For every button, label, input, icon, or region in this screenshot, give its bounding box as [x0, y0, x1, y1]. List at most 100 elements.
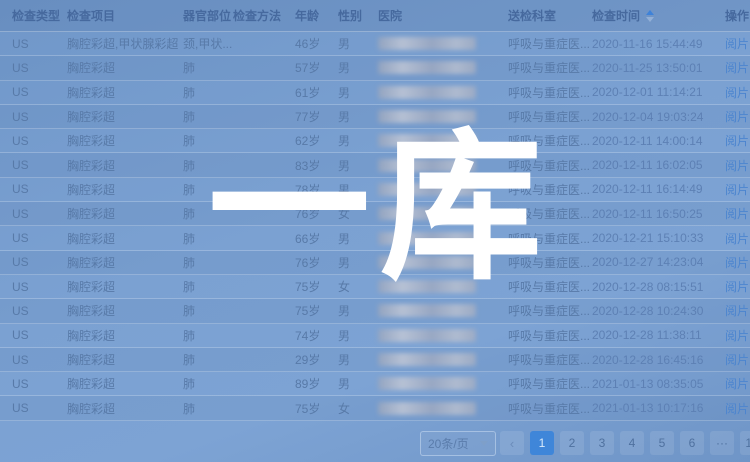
cell-type: US	[12, 158, 67, 172]
cell-hospital	[378, 207, 508, 220]
cell-hospital	[378, 256, 508, 269]
cell-hospital	[378, 110, 508, 123]
table-row: US胸腔彩超肺61岁男呼吸与重症医...2020-12-01 11:14:21阅…	[0, 81, 750, 105]
page-button-2[interactable]: 2	[560, 431, 584, 455]
column-header-item: 检查项目	[67, 7, 183, 24]
redacted-hospital-block	[378, 61, 476, 74]
view-images-link[interactable]: 阅片	[725, 86, 749, 100]
view-images-link[interactable]: 阅片	[725, 37, 749, 51]
cell-item: 胸腔彩超,甲状腺彩超	[67, 35, 183, 52]
page-button-3[interactable]: 3	[590, 431, 614, 455]
table-row: US胸腔彩超肺75岁女呼吸与重症医...2020-12-28 08:15:51阅…	[0, 275, 750, 299]
cell-action: 阅片	[725, 35, 750, 52]
cell-item: 胸腔彩超	[67, 375, 183, 392]
page-button-1[interactable]: 1	[530, 431, 554, 455]
cell-age: 57岁	[295, 59, 338, 76]
cell-gender: 男	[338, 108, 378, 125]
cell-action: 阅片	[725, 230, 750, 247]
cell-gender: 男	[338, 132, 378, 149]
redacted-hospital-block	[378, 37, 476, 50]
cell-item: 胸腔彩超	[67, 157, 183, 174]
cell-dept: 呼吸与重症医...	[508, 278, 592, 295]
cell-time: 2020-12-11 16:14:49	[592, 182, 725, 196]
view-images-link[interactable]: 阅片	[725, 110, 749, 124]
cell-item: 胸腔彩超	[67, 84, 183, 101]
cell-dept: 呼吸与重症医...	[508, 302, 592, 319]
cell-time: 2020-12-28 08:15:51	[592, 280, 725, 294]
cell-age: 75岁	[295, 278, 338, 295]
view-images-link[interactable]: 阅片	[725, 377, 749, 391]
cell-item: 胸腔彩超	[67, 205, 183, 222]
view-images-link[interactable]: 阅片	[725, 207, 749, 221]
cell-time: 2021-01-13 10:17:16	[592, 401, 725, 415]
cell-organ: 肺	[183, 302, 233, 319]
cell-age: 74岁	[295, 327, 338, 344]
cell-action: 阅片	[725, 254, 750, 271]
table-body: US胸腔彩超,甲状腺彩超颈,甲状...46岁男呼吸与重症医...2020-11-…	[0, 32, 750, 421]
cell-time: 2020-12-28 16:45:16	[592, 353, 725, 367]
page-button-6[interactable]: 6	[680, 431, 704, 455]
cell-hospital	[378, 304, 508, 317]
cell-hospital	[378, 86, 508, 99]
sort-asc-icon[interactable]	[646, 10, 654, 22]
view-images-link[interactable]: 阅片	[725, 329, 749, 343]
view-images-link[interactable]: 阅片	[725, 232, 749, 246]
view-images-link[interactable]: 阅片	[725, 353, 749, 367]
cell-action: 阅片	[725, 327, 750, 344]
exam-list-page: 检查类型检查项目器官部位检查方法年龄性别医院送检科室检查时间操作 US胸腔彩超,…	[0, 0, 750, 462]
pager: ‹123456···16	[500, 431, 750, 455]
redacted-hospital-block	[378, 304, 476, 317]
table-row: US胸腔彩超肺78岁男呼吸与重症医...2020-12-11 16:14:49阅…	[0, 178, 750, 202]
cell-type: US	[12, 61, 67, 75]
column-header-hospital: 医院	[378, 7, 508, 24]
chevron-down-icon	[480, 441, 488, 446]
page-size-select[interactable]: 20条/页	[420, 431, 496, 456]
cell-action: 阅片	[725, 84, 750, 101]
cell-hospital	[378, 329, 508, 342]
cell-type: US	[12, 353, 67, 367]
cell-organ: 肺	[183, 59, 233, 76]
column-header-method: 检查方法	[233, 7, 295, 24]
redacted-hospital-block	[378, 280, 476, 293]
cell-hospital	[378, 280, 508, 293]
cell-action: 阅片	[725, 181, 750, 198]
cell-type: US	[12, 37, 67, 51]
column-header-dept: 送检科室	[508, 7, 592, 24]
cell-organ: 肺	[183, 351, 233, 368]
cell-type: US	[12, 255, 67, 269]
cell-item: 胸腔彩超	[67, 254, 183, 271]
cell-type: US	[12, 280, 67, 294]
column-header-type: 检查类型	[12, 7, 67, 24]
view-images-link[interactable]: 阅片	[725, 159, 749, 173]
view-images-link[interactable]: 阅片	[725, 134, 749, 148]
cell-type: US	[12, 85, 67, 99]
cell-action: 阅片	[725, 351, 750, 368]
cell-gender: 男	[338, 59, 378, 76]
view-images-link[interactable]: 阅片	[725, 61, 749, 75]
cell-time: 2020-12-11 14:00:14	[592, 134, 725, 148]
cell-gender: 男	[338, 181, 378, 198]
column-header-time[interactable]: 检查时间	[592, 7, 725, 24]
page-button-16[interactable]: 16	[740, 431, 750, 455]
cell-item: 胸腔彩超	[67, 351, 183, 368]
cell-hospital	[378, 232, 508, 245]
page-button-5[interactable]: 5	[650, 431, 674, 455]
view-images-link[interactable]: 阅片	[725, 402, 749, 416]
cell-time: 2020-12-28 10:24:30	[592, 304, 725, 318]
cell-dept: 呼吸与重症医...	[508, 108, 592, 125]
cell-hospital	[378, 37, 508, 50]
page-size-label: 20条/页	[428, 435, 469, 452]
view-images-link[interactable]: 阅片	[725, 183, 749, 197]
cell-hospital	[378, 183, 508, 196]
cell-item: 胸腔彩超	[67, 181, 183, 198]
view-images-link[interactable]: 阅片	[725, 256, 749, 270]
cell-hospital	[378, 134, 508, 147]
cell-item: 胸腔彩超	[67, 278, 183, 295]
chevron-left-icon[interactable]: ‹	[500, 431, 524, 455]
view-images-link[interactable]: 阅片	[725, 304, 749, 318]
cell-dept: 呼吸与重症医...	[508, 327, 592, 344]
page-button-4[interactable]: 4	[620, 431, 644, 455]
view-images-link[interactable]: 阅片	[725, 280, 749, 294]
pager-ellipsis[interactable]: ···	[710, 431, 734, 455]
table-row: US胸腔彩超,甲状腺彩超颈,甲状...46岁男呼吸与重症医...2020-11-…	[0, 32, 750, 56]
